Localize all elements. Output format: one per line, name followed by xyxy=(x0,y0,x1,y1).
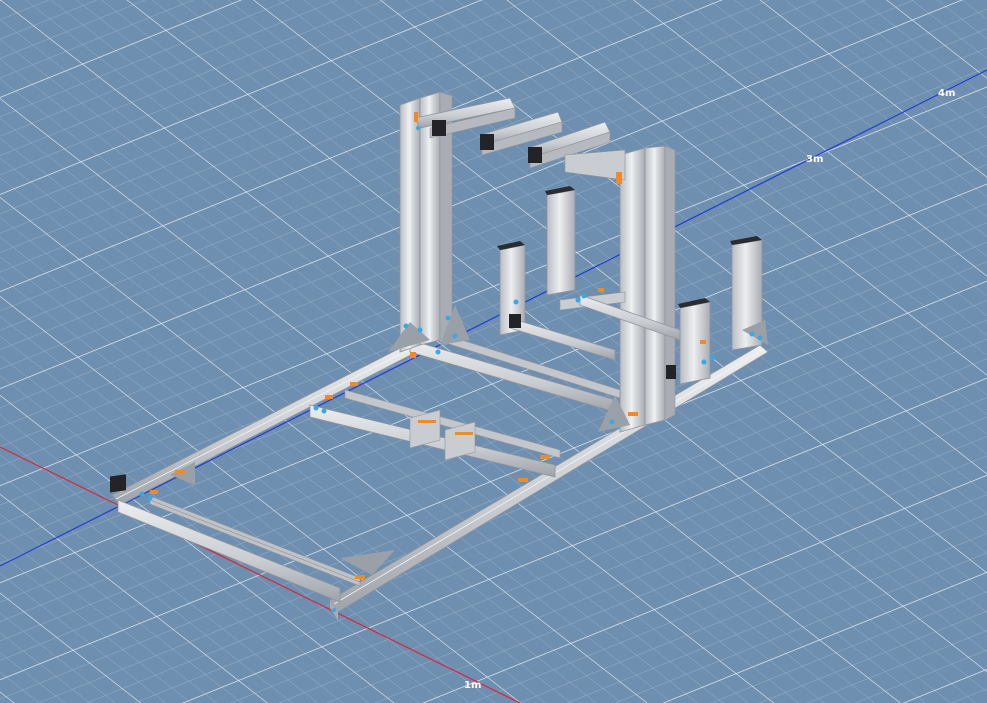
upright-right[interactable] xyxy=(619,145,676,433)
axis-label-4m: 4m xyxy=(938,88,955,99)
post-short-2[interactable] xyxy=(545,186,576,296)
3d-viewport[interactable]: 1m 3m 4m xyxy=(0,0,987,703)
scene-canvas[interactable]: 1m 3m 4m xyxy=(0,0,987,703)
axis-label-1m: 1m xyxy=(464,680,481,691)
axis-label-3m: 3m xyxy=(806,154,823,165)
